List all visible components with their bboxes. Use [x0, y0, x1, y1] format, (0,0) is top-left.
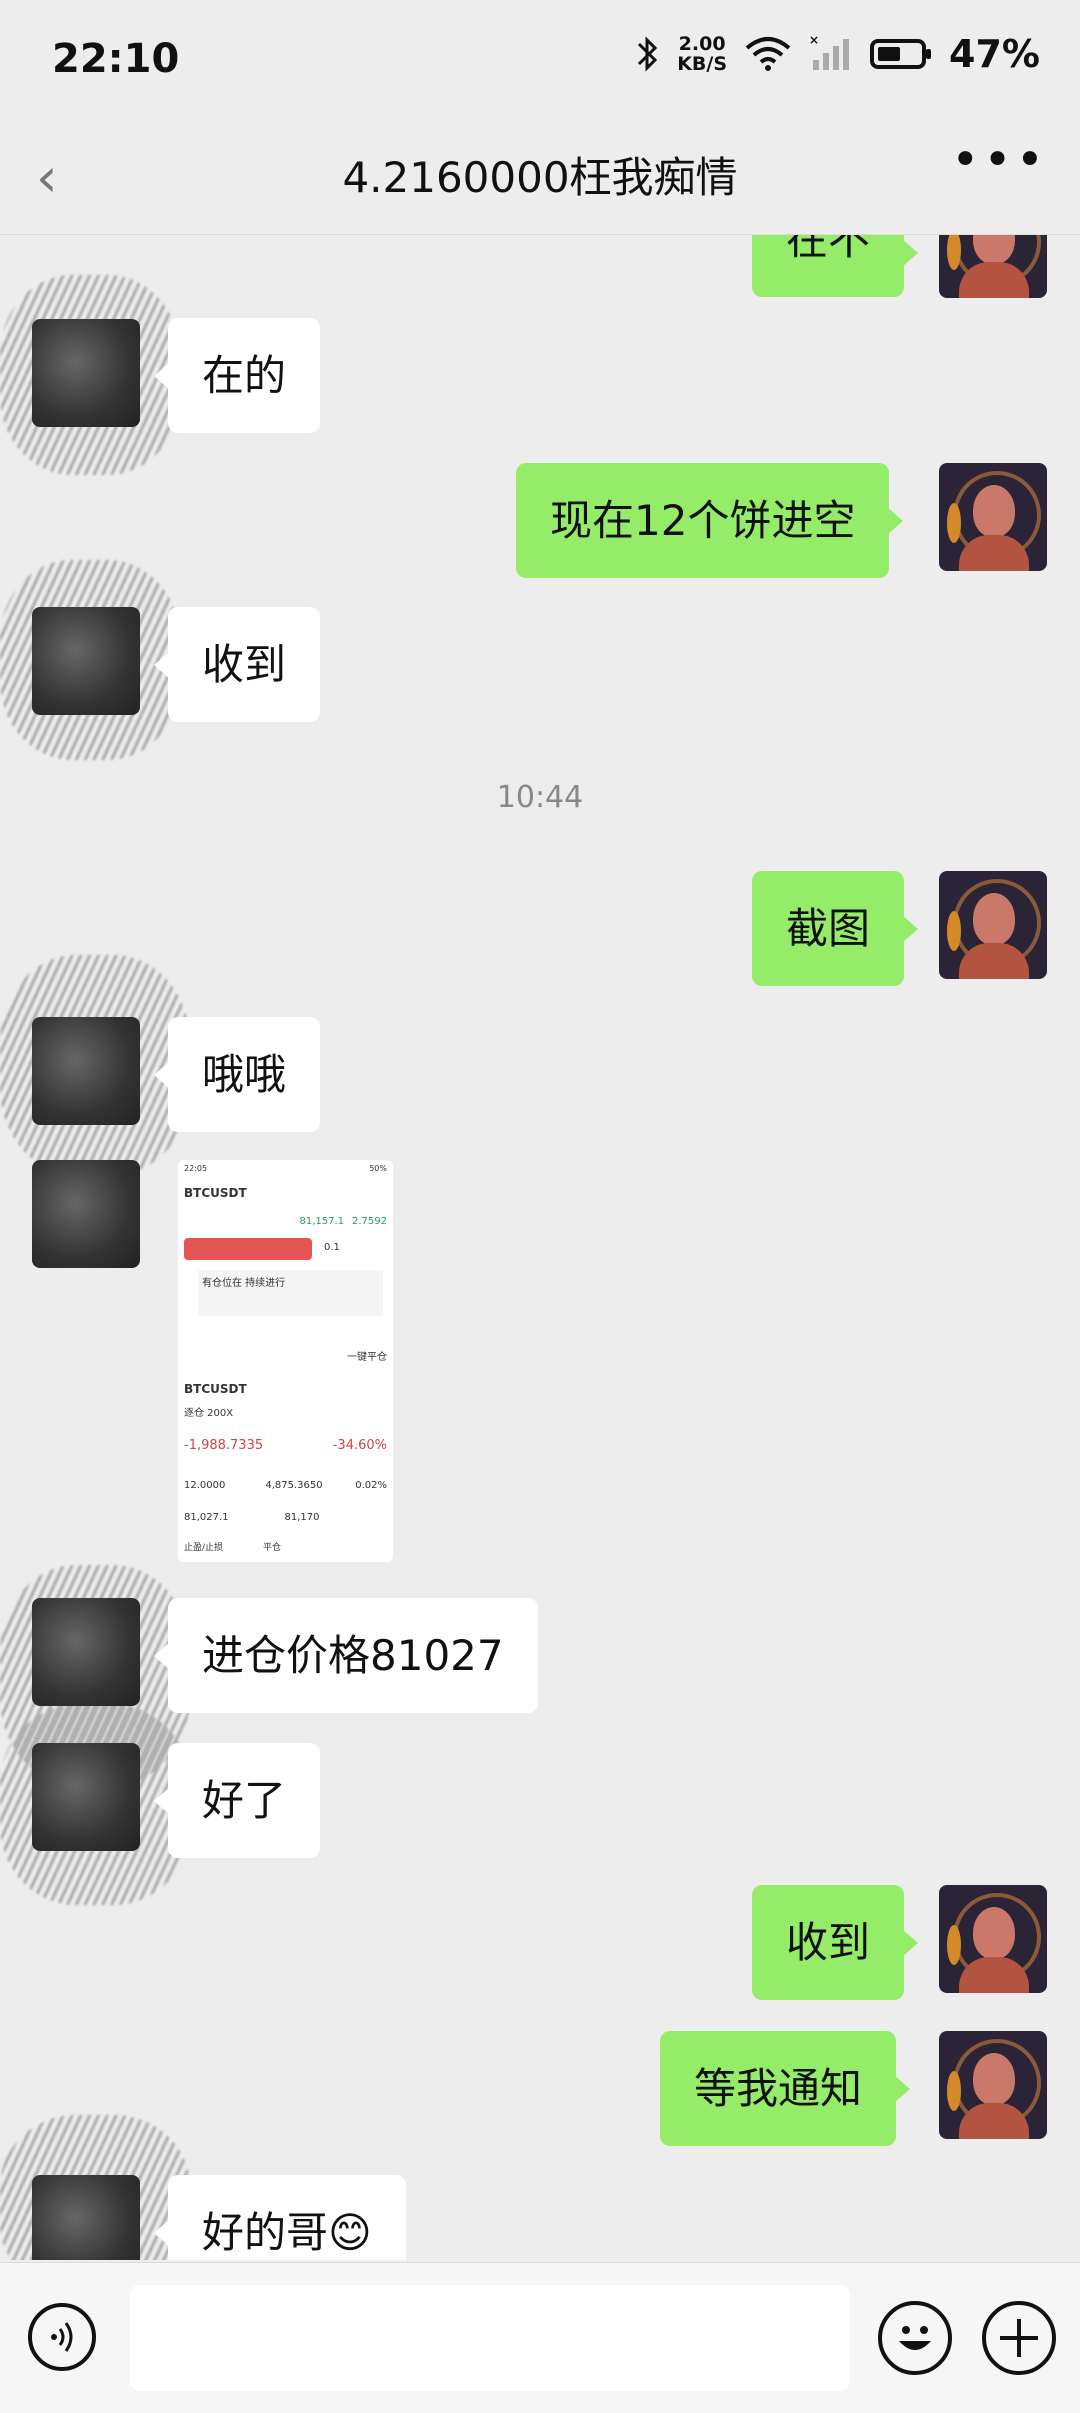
message-bubble-incoming[interactable]: 收到 — [153, 607, 321, 722]
image-message[interactable]: 22:05 50% BTCUSDT 2.7592 81,157.1 0.1 有仓位在… — [178, 1160, 393, 1562]
avatar-contact[interactable] — [32, 2175, 140, 2260]
chat-header: ‹ 4.2160000枉我痴情 ••• — [0, 124, 1080, 235]
message-bubble-outgoing[interactable]: 收到 — [752, 1885, 919, 2000]
message-input[interactable] — [130, 2285, 850, 2391]
avatar-me[interactable] — [939, 871, 1047, 979]
more-icon[interactable]: ••• — [951, 132, 1048, 188]
message-bubble-outgoing[interactable]: 在不 — [752, 235, 919, 297]
avatar-me[interactable] — [939, 1885, 1047, 1993]
message-bubble-incoming[interactable]: 在的 — [153, 318, 321, 433]
avatar-contact[interactable] — [32, 1017, 140, 1125]
screenshot-pair: BTCUSDT — [184, 1186, 247, 1200]
message-bubble-incoming[interactable]: 好了 — [153, 1743, 321, 1858]
avatar-contact[interactable] — [32, 1160, 140, 1268]
signal-icon: × — [809, 34, 850, 70]
battery-percent: 47% — [949, 32, 1040, 76]
net-speed: 2.00 KB/S — [677, 33, 728, 75]
chat-title: 4.2160000枉我痴情 — [342, 153, 738, 202]
svg-text:×: × — [809, 34, 819, 47]
message-bubble-incoming[interactable]: 哦哦 — [153, 1017, 321, 1132]
bluetooth-icon — [638, 36, 658, 72]
message-timestamp: 10:44 — [496, 780, 584, 815]
avatar-contact[interactable] — [32, 319, 140, 427]
plus-icon — [1000, 2319, 1038, 2357]
avatar-me[interactable] — [939, 235, 1047, 298]
status-time: 22:10 — [52, 36, 180, 82]
voice-icon[interactable] — [28, 2303, 96, 2371]
message-bubble-incoming[interactable]: 好的哥😊 — [154, 2175, 406, 2260]
add-icon[interactable] — [982, 2301, 1056, 2375]
avatar-contact[interactable] — [32, 1598, 140, 1706]
message-bubble-outgoing[interactable]: 截图 — [752, 871, 919, 986]
voice-waves-icon — [51, 2322, 73, 2352]
battery-icon — [870, 39, 932, 69]
avatar-me[interactable] — [939, 463, 1047, 571]
message-list[interactable]: 在不 在的 现在12个饼进空 收到 10:44 截图 哦哦 22:05 50% B… — [0, 235, 1080, 2260]
wifi-icon — [745, 37, 791, 71]
screenshot-banner: 有仓位在 持续进行 — [198, 1270, 383, 1316]
message-bubble-outgoing[interactable]: 等我通知 — [660, 2031, 911, 2146]
avatar-contact[interactable] — [32, 1743, 140, 1851]
emoji-icon[interactable] — [878, 2301, 952, 2375]
status-icons: 2.00 KB/S × 47% — [635, 32, 1040, 76]
smile-face-icon — [899, 2326, 931, 2350]
message-bubble-incoming[interactable]: 进仓价格81027 — [154, 1598, 538, 1713]
status-bar: 22:10 2.00 KB/S × 47% — [0, 0, 1080, 124]
message-bubble-outgoing[interactable]: 现在12个饼进空 — [516, 463, 904, 578]
avatar-contact[interactable] — [32, 607, 140, 715]
avatar-me[interactable] — [939, 2031, 1047, 2139]
screenshot-sell-button — [184, 1238, 312, 1260]
input-bar — [0, 2262, 1080, 2413]
